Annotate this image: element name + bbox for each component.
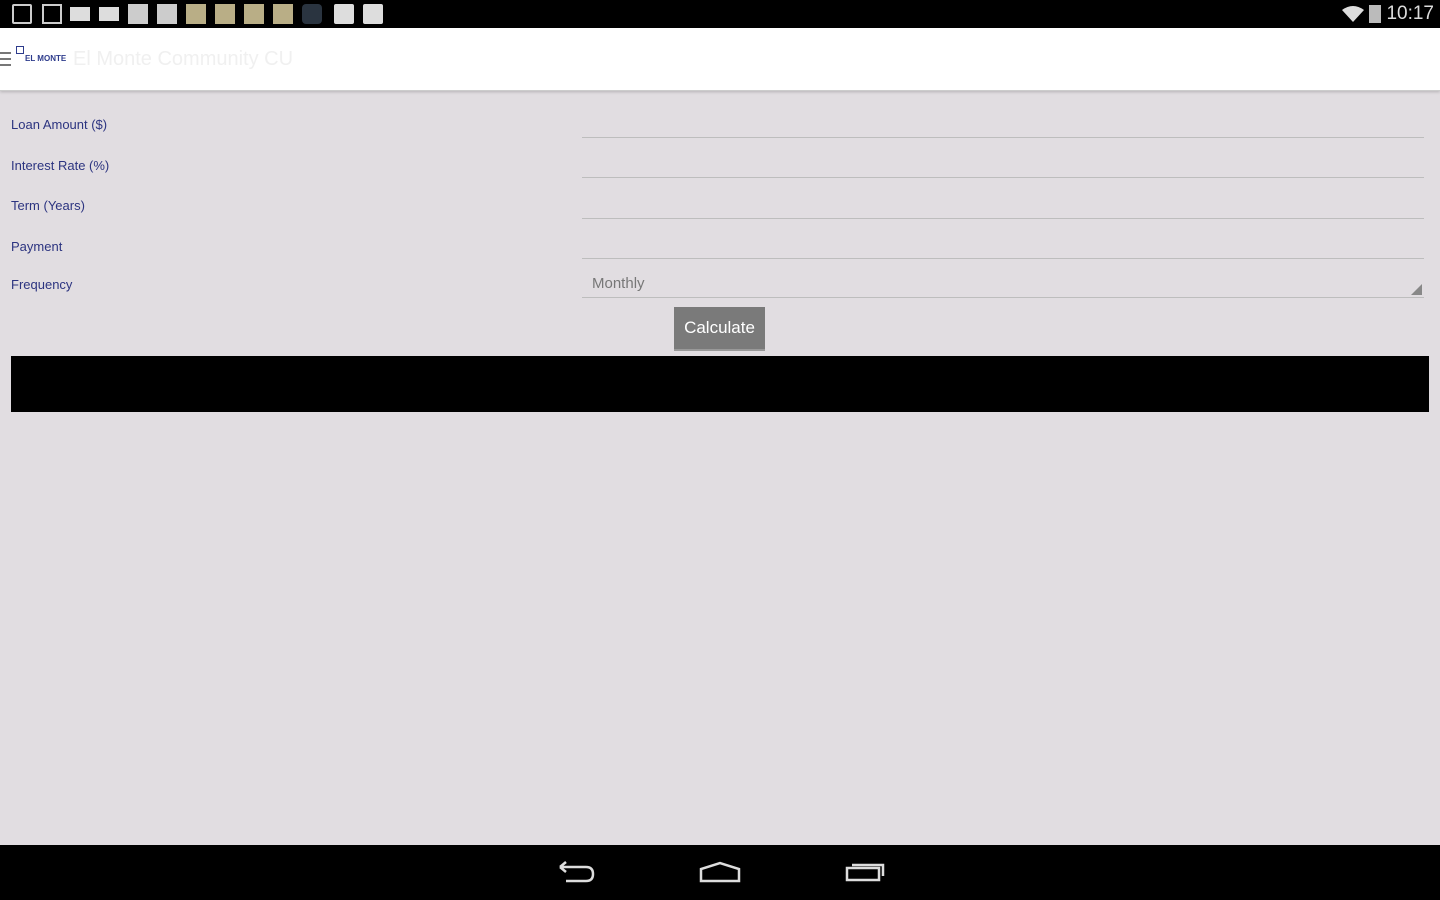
app-icon — [128, 4, 148, 24]
payment-input[interactable] — [582, 229, 1424, 259]
clock: 10:17 — [1386, 3, 1434, 24]
result-panel — [11, 356, 1429, 412]
frequency-value: Monthly — [592, 275, 645, 292]
app-icon — [302, 4, 322, 24]
loan-amount-label: Loan Amount ($) — [11, 117, 108, 132]
interest-rate-input[interactable] — [582, 148, 1424, 178]
dropdown-triangle-icon — [1411, 284, 1422, 295]
status-bar: 10:17 — [0, 0, 1440, 28]
play-store-icon — [363, 4, 383, 24]
mail-icon — [70, 7, 90, 21]
mail-icon — [99, 7, 119, 21]
menu-icon[interactable] — [0, 52, 11, 70]
term-input[interactable] — [582, 189, 1424, 219]
frequency-label: Frequency — [11, 277, 73, 292]
term-label: Term (Years) — [11, 198, 85, 213]
loan-amount-field[interactable] — [582, 108, 1424, 137]
download-icon — [12, 4, 32, 24]
logo[interactable]: EL MONTE — [16, 46, 68, 68]
interest-rate-label: Interest Rate (%) — [11, 158, 110, 173]
battery-icon — [1369, 5, 1381, 23]
term-field[interactable] — [582, 189, 1424, 218]
checkbag-icon — [334, 4, 354, 24]
calculate-button[interactable]: Calculate — [674, 307, 765, 351]
app-title: El Monte Community CU — [73, 48, 294, 70]
payment-field[interactable] — [582, 229, 1424, 258]
interest-rate-field[interactable] — [582, 148, 1424, 177]
app-icon — [186, 4, 206, 24]
navigation-bar — [0, 845, 1440, 900]
wifi-icon — [1342, 6, 1364, 22]
payment-label: Payment — [11, 239, 63, 254]
app-icon — [273, 4, 293, 24]
back-icon[interactable] — [556, 859, 596, 885]
loan-amount-input[interactable] — [582, 108, 1424, 138]
home-icon[interactable] — [698, 859, 742, 885]
app-icon — [157, 4, 177, 24]
recent-apps-icon[interactable] — [844, 859, 888, 885]
app-icon — [215, 4, 235, 24]
app-icon — [244, 4, 264, 24]
image-icon — [42, 4, 62, 24]
app-bar: EL MONTE El Monte Community CU — [0, 28, 1440, 91]
frequency-select[interactable]: Monthly — [582, 270, 1424, 298]
